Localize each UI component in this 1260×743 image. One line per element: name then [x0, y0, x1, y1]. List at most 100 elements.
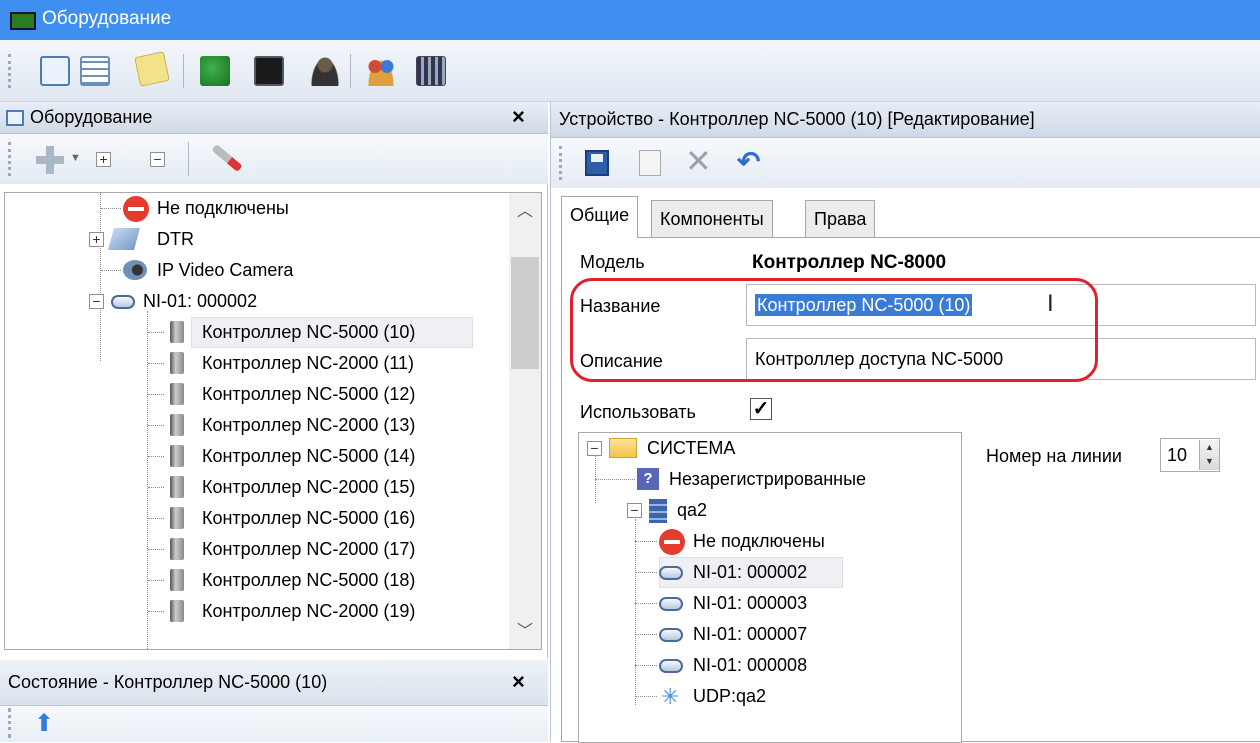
collapse-all-button[interactable]: −	[150, 152, 165, 167]
status-panel: Состояние - Контроллер NC-5000 (10) × ⬆	[0, 660, 548, 742]
network-interface-icon	[659, 659, 683, 673]
controller-icon	[170, 507, 184, 529]
model-value: Контроллер NC-8000	[752, 252, 947, 273]
device-panel-header: Устройство - Контроллер NC-5000 (10) [Ре…	[551, 102, 1260, 138]
run-icon[interactable]	[200, 56, 230, 86]
description-input[interactable]: Контроллер доступа NC-5000	[746, 338, 1256, 380]
device-editor: Общие Компоненты Права Модель Контроллер…	[553, 192, 1260, 743]
scroll-down-icon[interactable]: ﹀	[517, 617, 533, 641]
database-icon	[649, 499, 667, 523]
text-cursor-icon: I	[1047, 290, 1054, 317]
device-panel: Устройство - Контроллер NC-5000 (10) [Ре…	[550, 102, 1260, 743]
delete-icon[interactable]: ✕	[685, 144, 712, 178]
controller-icon	[170, 569, 184, 591]
server-rack-icon[interactable]	[416, 56, 446, 86]
network-interface-icon	[659, 597, 683, 611]
controller-icon	[170, 383, 184, 405]
tab-content: Модель Контроллер NC-8000 Название Контр…	[561, 237, 1260, 743]
main-toolbar	[0, 40, 1260, 102]
dtr-device-icon	[108, 228, 140, 250]
scrollbar-thumb[interactable]	[511, 257, 539, 369]
users-group-icon[interactable]	[366, 56, 396, 86]
tree-connector	[147, 311, 148, 649]
equipment-panel-title: Оборудование	[30, 107, 153, 127]
camera-icon	[123, 260, 147, 280]
tree-scrollbar[interactable]: ︿ ﹀	[509, 193, 541, 649]
controller-icon	[170, 321, 184, 343]
notes-icon[interactable]	[134, 51, 170, 87]
save-icon[interactable]	[585, 150, 609, 176]
toolbar-separator	[188, 142, 189, 176]
controller-icon	[170, 476, 184, 498]
tree-item-ni-01-000002[interactable]: − NI-01: 000002	[89, 286, 339, 317]
wrench-icon[interactable]	[211, 144, 243, 172]
status-panel-header: Состояние - Контроллер NC-5000 (10) ×	[0, 660, 548, 706]
scroll-up-icon[interactable]: ︿	[517, 197, 533, 221]
stop-icon	[123, 196, 149, 222]
name-input-selected-text: Контроллер NC-5000 (10)	[755, 294, 973, 316]
name-input[interactable]: Контроллер NC-5000 (10) I	[746, 284, 1256, 326]
controller-icon	[170, 414, 184, 436]
user-icon[interactable]	[310, 56, 340, 86]
controller-icon	[170, 352, 184, 374]
toolbar-separator	[183, 54, 184, 88]
stop-icon	[659, 529, 685, 555]
network-node-icon: ✳	[661, 684, 680, 709]
collapse-icon[interactable]: −	[627, 503, 642, 518]
toolbar-grip	[559, 146, 564, 180]
terminal-icon[interactable]	[254, 56, 284, 86]
status-panel-title: Состояние - Контроллер NC-5000 (10)	[8, 672, 328, 692]
expand-icon[interactable]: +	[89, 232, 104, 247]
controller-icon	[170, 445, 184, 467]
dropdown-arrow-icon[interactable]: ▼	[70, 152, 81, 164]
close-icon[interactable]: ×	[512, 669, 525, 695]
window-title: Оборудование	[42, 8, 172, 29]
tree-connector	[100, 193, 101, 361]
expand-all-button[interactable]: +	[96, 152, 111, 167]
arrow-up-icon[interactable]: ⬆	[34, 712, 54, 736]
use-label: Использовать	[580, 402, 696, 422]
tree-view-icon[interactable]	[40, 56, 70, 86]
grid-view-icon[interactable]	[80, 56, 110, 86]
line-number-label: Номер на линии	[986, 446, 1122, 466]
description-label: Описание	[580, 351, 663, 371]
controller-icon	[170, 538, 184, 560]
line-number-value: 10	[1167, 445, 1188, 465]
edit-icon[interactable]	[639, 150, 661, 176]
line-number-stepper[interactable]: 10 ▲ ▼	[1160, 438, 1220, 472]
undo-icon[interactable]: ↶	[737, 146, 760, 178]
equipment-panel: Оборудование × ▼ + − Не подключены + DTR…	[0, 102, 548, 658]
tab-general[interactable]: Общие	[561, 196, 639, 238]
app-icon	[10, 12, 36, 30]
toolbar-grip	[8, 54, 13, 88]
tab-components[interactable]: Компоненты	[651, 200, 773, 238]
network-interface-icon	[111, 295, 135, 309]
add-icon[interactable]	[36, 146, 64, 174]
close-icon[interactable]: ×	[512, 104, 525, 130]
model-label: Модель	[580, 252, 645, 272]
equipment-toolbar: ▼ + −	[0, 134, 548, 184]
equipment-panel-header: Оборудование ×	[0, 102, 548, 134]
collapse-icon[interactable]: −	[587, 441, 602, 456]
toolbar-grip	[8, 142, 13, 176]
name-label: Название	[580, 296, 661, 316]
stepper-arrows-icon[interactable]: ▲ ▼	[1199, 440, 1219, 470]
equipment-tree: Не подключены + DTR IP Video Camera − NI…	[4, 192, 542, 650]
use-checkbox[interactable]: ✓	[750, 398, 772, 420]
tab-rights[interactable]: Права	[805, 200, 876, 238]
question-icon: ?	[637, 468, 659, 490]
network-interface-icon	[659, 566, 683, 580]
collapse-icon[interactable]: −	[89, 294, 104, 309]
window-title-bar: Оборудование	[0, 0, 1260, 40]
status-toolbar: ⬆	[0, 706, 548, 742]
tree-view-icon	[6, 110, 24, 126]
system-tree: − СИСТЕМА ? Незарегистрированные − qa2 Н…	[578, 432, 962, 743]
toolbar-separator	[350, 54, 351, 88]
network-interface-icon	[659, 628, 683, 642]
controller-icon	[170, 600, 184, 622]
folder-icon	[609, 438, 637, 458]
tree-item-dtr[interactable]: + DTR	[89, 224, 289, 255]
toolbar-grip	[8, 708, 13, 738]
device-panel-title: Устройство - Контроллер NC-5000 (10) [Ре…	[559, 109, 1035, 129]
device-toolbar: ✕ ↶	[551, 138, 1260, 188]
